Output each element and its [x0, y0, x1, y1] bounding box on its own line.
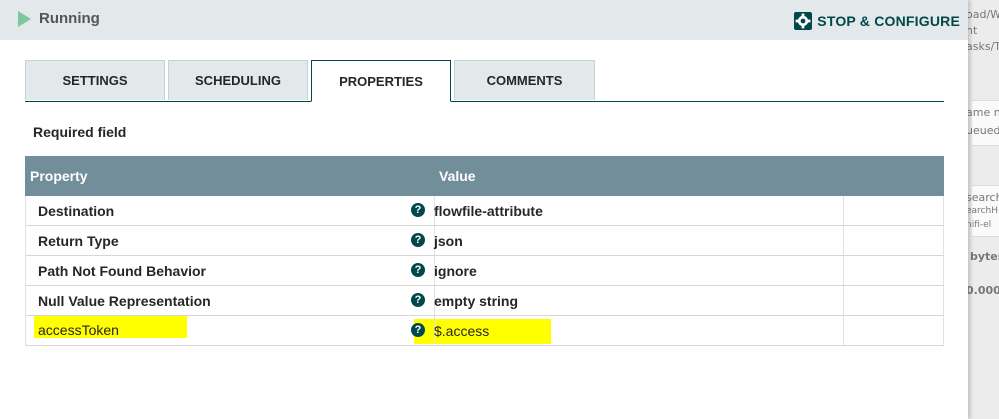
help-icon[interactable]: ?: [411, 293, 425, 307]
bg-text-fragment: search: [968, 191, 999, 204]
run-status-label: Running: [39, 10, 100, 27]
background-canvas: oad/W nt asks/T ame n ueued search earch…: [968, 0, 999, 419]
bg-text-fragment: ame n: [968, 106, 999, 119]
help-icon[interactable]: ?: [411, 233, 425, 247]
bg-text-fragment: nifi-el: [968, 220, 992, 230]
tab-comments[interactable]: COMMENTS: [454, 60, 595, 100]
table-header: Property Value: [25, 156, 944, 196]
column-divider: [843, 226, 844, 255]
bg-text-fragment: earchH: [968, 206, 998, 216]
stop-and-configure-button[interactable]: STOP & CONFIGURE: [793, 11, 960, 31]
column-divider: [843, 256, 844, 285]
property-name: Destination: [38, 203, 115, 219]
processor-config-dialog: Running STOP & CONFIGURE SETTINGS SCHEDU…: [0, 0, 968, 419]
stop-and-configure-label: STOP & CONFIGURE: [817, 13, 960, 29]
table-row[interactable]: Return Type ? json: [25, 226, 944, 256]
column-header-value: Value: [439, 168, 476, 184]
property-value[interactable]: $.access: [434, 323, 489, 339]
bg-text-fragment: nt: [968, 24, 978, 37]
property-name: Return Type: [38, 233, 119, 249]
required-field-label: Required field: [33, 124, 127, 140]
column-divider: [843, 316, 844, 345]
play-icon: [18, 10, 31, 27]
property-name: Path Not Found Behavior: [38, 263, 206, 279]
table-row[interactable]: Null Value Representation ? empty string: [25, 286, 944, 316]
column-divider: [843, 196, 844, 225]
tab-scheduling[interactable]: SCHEDULING: [168, 60, 308, 100]
help-icon[interactable]: ?: [411, 263, 425, 277]
tab-properties[interactable]: PROPERTIES: [311, 60, 451, 102]
column-header-property: Property: [30, 168, 88, 184]
run-status: Running: [18, 10, 100, 27]
bg-text-fragment: asks/T: [968, 40, 999, 53]
tab-bar: SETTINGS SCHEDULING PROPERTIES COMMENTS: [25, 60, 944, 102]
property-value[interactable]: json: [434, 233, 463, 249]
dialog-header: Running STOP & CONFIGURE: [0, 0, 968, 40]
column-divider: [843, 286, 844, 315]
tab-settings[interactable]: SETTINGS: [25, 60, 165, 100]
property-name: Null Value Representation: [38, 293, 211, 309]
help-icon[interactable]: ?: [411, 203, 425, 217]
table-row[interactable]: accessToken ? $.access: [25, 316, 944, 346]
bg-text-fragment: 0.000: [968, 284, 999, 297]
bg-text-fragment: ueued: [968, 124, 999, 137]
gear-stop-icon: [794, 12, 813, 30]
help-icon[interactable]: ?: [411, 323, 425, 337]
table-row[interactable]: Destination ? flowfile-attribute: [25, 196, 944, 226]
property-value[interactable]: ignore: [434, 263, 477, 279]
property-name: accessToken: [38, 322, 119, 338]
bg-text-fragment: oad/W: [968, 8, 999, 21]
table-row[interactable]: Path Not Found Behavior ? ignore: [25, 256, 944, 286]
properties-table: Property Value Destination ? flowfile-at…: [25, 156, 944, 346]
property-value[interactable]: empty string: [434, 293, 518, 309]
bg-text-fragment: bytes: [970, 250, 999, 263]
property-value[interactable]: flowfile-attribute: [434, 203, 543, 219]
